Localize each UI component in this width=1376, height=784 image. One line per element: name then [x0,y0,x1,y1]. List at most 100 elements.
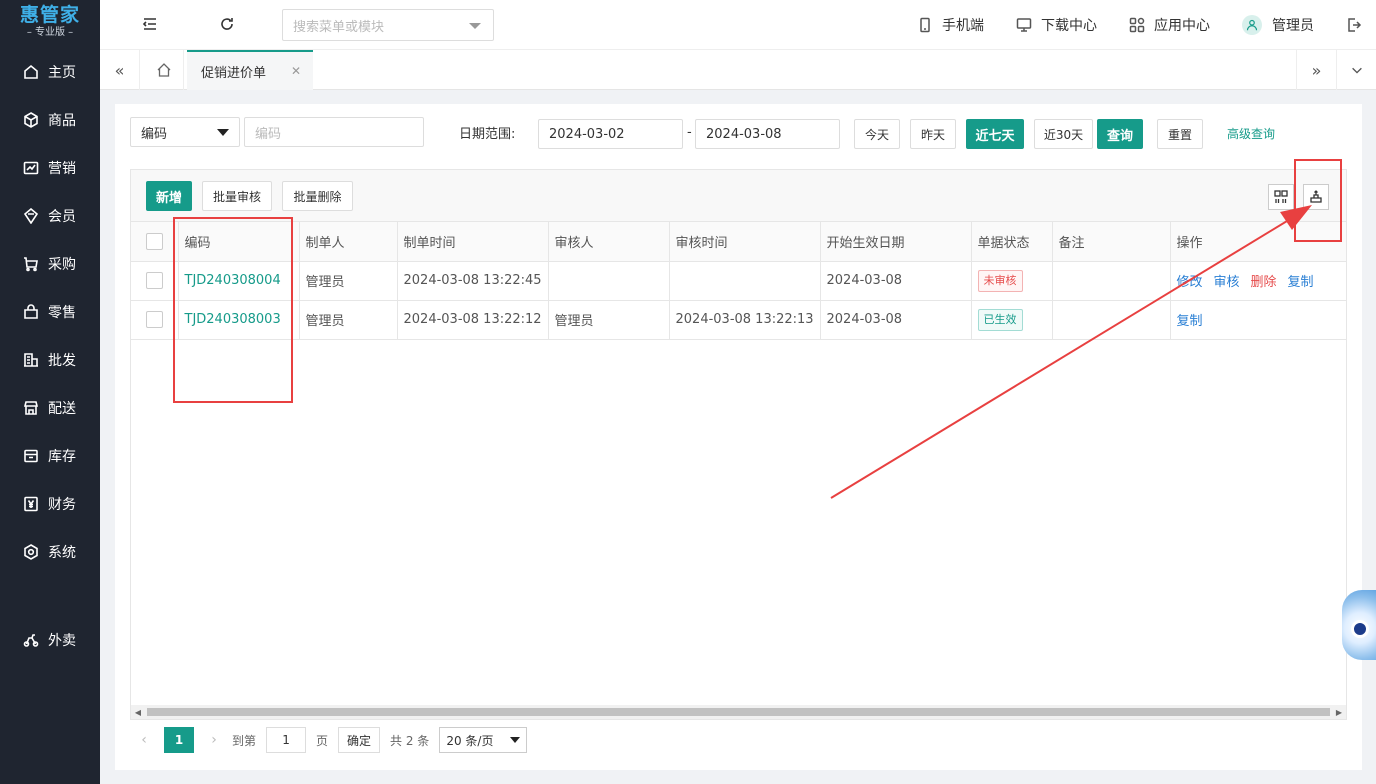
sidebar-item-finance[interactable]: 财务 [0,480,100,528]
tabs-scroll-left-icon[interactable]: « [100,50,140,90]
scooter-icon [22,631,40,649]
effective-date-cell: 2024-03-08 [820,261,972,301]
sidebar-item-label: 外卖 [48,633,76,649]
creator-cell: 管理员 [299,261,398,301]
sidebar-item-label: 零售 [48,305,76,321]
goto-confirm-button[interactable]: 确定 [338,727,381,753]
menu-search-input[interactable]: 搜索菜单或模块 [282,9,494,41]
last-30-days-button[interactable]: 近30天 [1034,119,1093,149]
audited-at-cell: 2024-03-08 13:22:13 [669,300,821,340]
yesterday-button[interactable]: 昨天 [910,119,956,149]
auditor-cell: 管理员 [548,300,670,340]
prev-page-icon[interactable]: ‹ [130,732,158,748]
copy-link[interactable]: 复制 [1177,314,1203,329]
mobile-link[interactable]: 手机端 [917,15,984,35]
app-center-link[interactable]: 应用中心 [1129,15,1210,35]
edit-link[interactable]: 修改 [1177,275,1203,290]
sidebar-item-wholesale[interactable]: 批发 [0,336,100,384]
delete-link[interactable]: 删除 [1251,275,1277,290]
date-separator: - [687,125,692,140]
chevron-down-icon [217,129,229,136]
tab-label: 促销进价单 [201,65,267,81]
scroll-left-arrow-icon[interactable]: ◀ [131,705,145,719]
sidebar-item-goods[interactable]: 商品 [0,96,100,144]
date-to-input[interactable]: 2024-03-08 [695,119,840,149]
sidebar-item-delivery[interactable]: 配送 [0,384,100,432]
collapse-menu-icon[interactable] [140,14,160,34]
date-from-input[interactable]: 2024-03-02 [538,119,683,149]
sidebar-item-purchase[interactable]: 采购 [0,240,100,288]
brand-name: 惠管家 [19,4,80,26]
app-logo[interactable]: 惠管家 – 专业版 – [0,0,100,48]
logout-button[interactable] [1346,17,1362,33]
user-menu[interactable]: 管理员 [1242,15,1314,35]
row-checkbox[interactable] [145,311,163,328]
user-icon [1246,19,1258,31]
batch-delete-button[interactable]: 批量删除 [282,181,353,211]
annotation-box-export [1294,159,1342,242]
filter-code-placeholder: 编码 [255,126,282,142]
filter-field-select[interactable]: 编码 [130,117,240,147]
audited-at-cell [669,261,821,301]
home-icon [22,63,40,81]
apps-grid-icon [1129,17,1145,33]
sidebar-item-home[interactable]: 主页 [0,48,100,96]
refresh-icon[interactable] [217,14,237,34]
total-count: 共 2 条 [390,733,430,748]
column-header: 制单人 [299,222,398,262]
add-button[interactable]: 新增 [146,181,192,211]
copy-link[interactable]: 复制 [1288,275,1314,290]
mobile-label: 手机端 [942,18,984,34]
effective-date-cell: 2024-03-08 [820,300,972,340]
horizontal-scrollbar[interactable]: ◀ ▶ [131,705,1346,719]
download-center-link[interactable]: 下载中心 [1016,15,1097,35]
sidebar-item-label: 会员 [48,209,76,225]
scroll-right-arrow-icon[interactable]: ▶ [1332,705,1346,719]
status-badge: 已生效 [977,308,1023,331]
goto-label: 到第 [232,733,257,748]
column-settings-icon[interactable] [1268,184,1294,210]
advanced-query-link[interactable]: 高级查询 [1227,125,1275,142]
tabs-scroll-right-icon[interactable]: » [1296,50,1336,90]
page-unit-label: 页 [316,733,329,748]
auditor-cell [548,261,670,301]
close-icon[interactable]: ✕ [291,64,301,78]
monitor-icon [1016,18,1032,32]
last-7-days-button[interactable]: 近七天 [966,119,1024,149]
yen-icon [22,495,40,513]
inventory-icon [22,447,40,465]
current-page[interactable]: 1 [164,727,194,753]
tab-promo-purchase-price[interactable]: 促销进价单 ✕ [187,50,313,90]
sidebar-item-takeaway[interactable]: 外卖 [0,616,100,664]
sidebar-item-retail[interactable]: 零售 [0,288,100,336]
member-icon [22,207,40,225]
cart-icon [22,255,40,273]
query-button[interactable]: 查询 [1097,119,1143,149]
row-checkbox[interactable] [145,272,163,289]
created-at-cell: 2024-03-08 13:22:45 [397,261,549,301]
select-all-checkbox[interactable] [145,232,163,250]
scrollbar-thumb[interactable] [147,708,1330,716]
sidebar-item-inventory[interactable]: 库存 [0,432,100,480]
today-button[interactable]: 今天 [854,119,900,149]
chevron-down-icon [510,737,521,743]
sidebar-item-label: 商品 [48,113,76,129]
assistant-float-widget[interactable] [1342,590,1376,660]
table-header-row: 编码 制单人 制单时间 审核人 审核时间 开始生效日期 单据状态 备注 操作 [131,222,1347,262]
chevron-down-icon [469,23,481,29]
filter-code-input[interactable]: 编码 [244,117,424,147]
tabs-menu-chevron-icon[interactable] [1336,50,1376,90]
page-size-select[interactable]: 20 条/页 [439,727,528,753]
goto-page-input[interactable]: 1 [266,727,307,753]
sidebar: 惠管家 – 专业版 – 主页 商品 营销 会员 采购 零售 批发 配送 库存 财… [0,0,100,784]
username: 管理员 [1272,18,1314,34]
annotation-box-code-column [173,217,293,403]
home-tab-icon[interactable] [144,50,184,90]
next-page-icon[interactable]: › [200,732,228,748]
batch-audit-button[interactable]: 批量审核 [202,181,272,211]
sidebar-item-member[interactable]: 会员 [0,192,100,240]
sidebar-item-system[interactable]: 系统 [0,528,100,576]
audit-link[interactable]: 审核 [1214,275,1240,290]
sidebar-item-marketing[interactable]: 营销 [0,144,100,192]
reset-button[interactable]: 重置 [1157,119,1203,149]
